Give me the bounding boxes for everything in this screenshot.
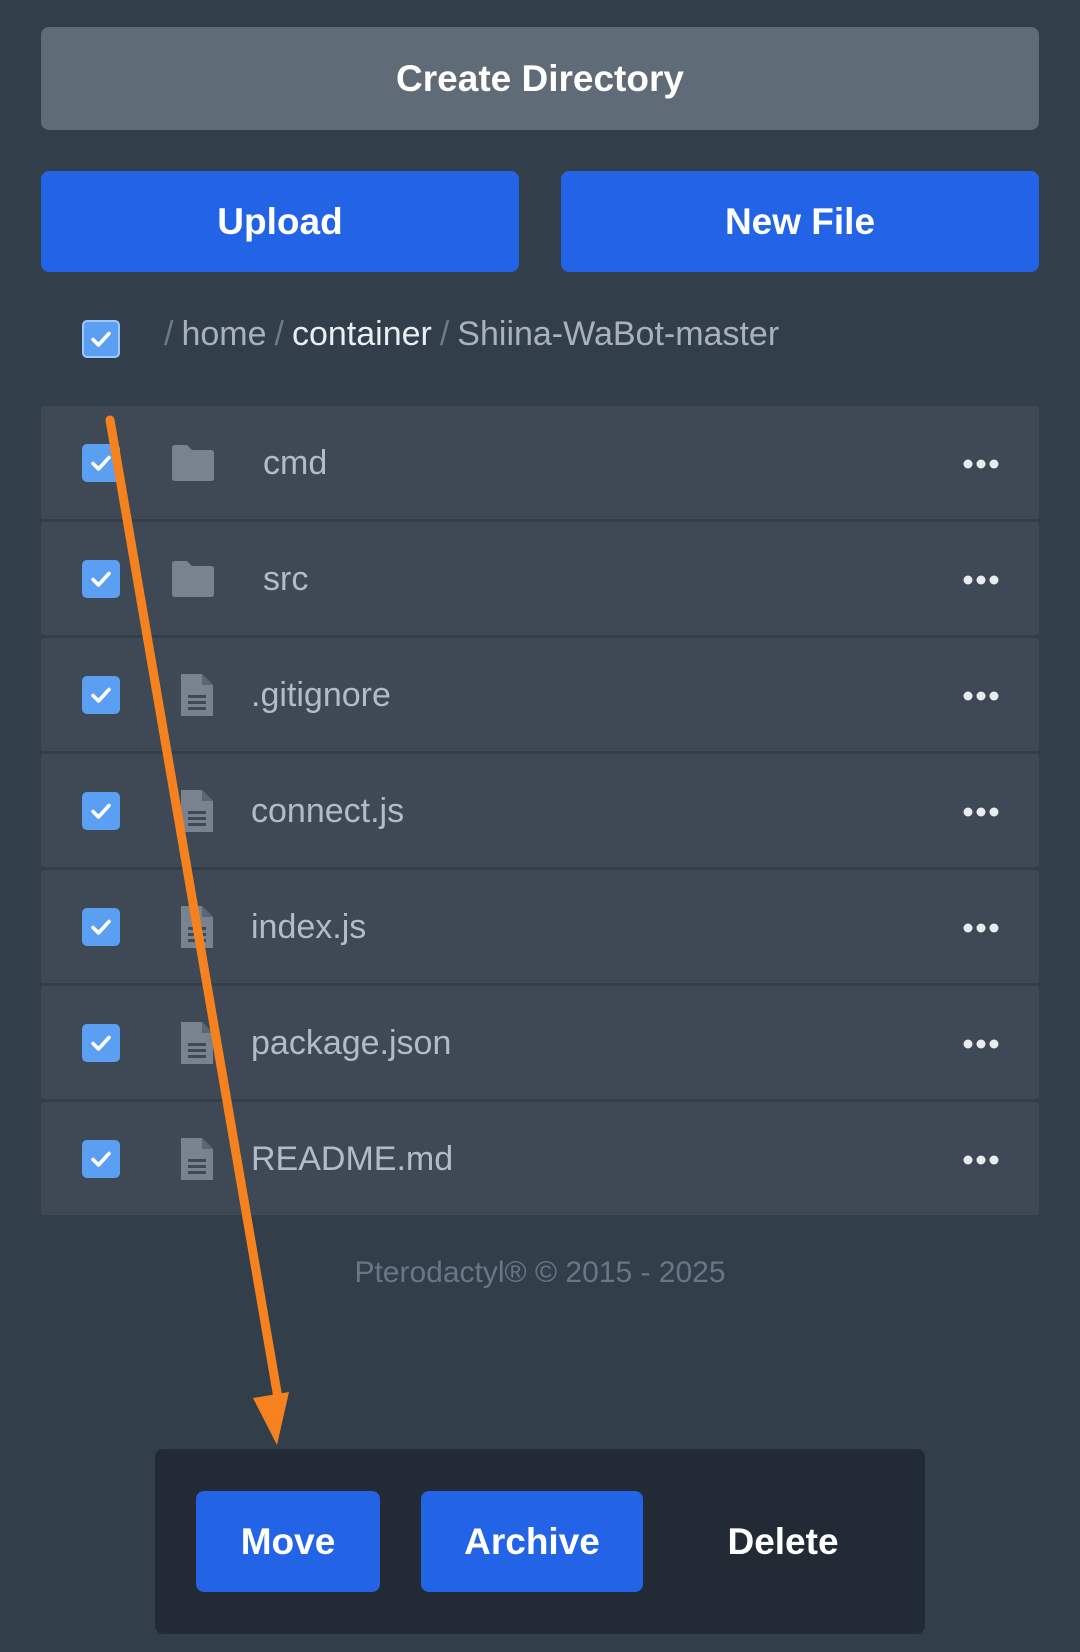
breadcrumb-item-home[interactable]: home: [181, 315, 266, 353]
file-name[interactable]: connect.js: [251, 792, 404, 831]
check-icon: [91, 331, 111, 347]
file-list: cmd src .gitignore connect.js index.js p…: [41, 406, 1039, 1218]
check-icon: [91, 687, 111, 703]
row-menu-button[interactable]: [961, 1140, 1001, 1180]
more-horizontal-icon: [963, 923, 999, 933]
row-menu-button[interactable]: [961, 560, 1001, 600]
file-icon: [173, 671, 221, 719]
check-icon: [91, 1151, 111, 1167]
move-button[interactable]: Move: [196, 1491, 380, 1592]
file-row-index-js[interactable]: index.js: [41, 870, 1039, 983]
row-menu-button[interactable]: [961, 676, 1001, 716]
row-checkbox[interactable]: [82, 792, 120, 830]
file-name[interactable]: cmd: [263, 444, 327, 483]
check-icon: [91, 803, 111, 819]
select-all-checkbox[interactable]: [82, 320, 120, 358]
footer-copyright: Pterodactyl® © 2015 - 2025: [354, 1256, 726, 1289]
breadcrumb-item-container[interactable]: container: [292, 315, 432, 353]
more-horizontal-icon: [963, 1155, 999, 1165]
breadcrumb-separator: /: [274, 315, 284, 353]
file-name[interactable]: package.json: [251, 1024, 451, 1063]
breadcrumb-separator: /: [439, 315, 450, 353]
file-name[interactable]: src: [263, 560, 308, 599]
row-checkbox[interactable]: [82, 444, 120, 482]
delete-button[interactable]: Delete: [683, 1491, 883, 1592]
check-icon: [91, 919, 111, 935]
row-checkbox[interactable]: [82, 1024, 120, 1062]
breadcrumb: / home / container / Shiina-WaBot-master: [164, 315, 779, 354]
check-icon: [91, 455, 111, 471]
file-row-package-json[interactable]: package.json: [41, 986, 1039, 1099]
breadcrumb-item-current: Shiina-WaBot-master: [457, 315, 780, 353]
upload-button[interactable]: Upload: [41, 171, 519, 272]
mass-action-bar: Move Archive Delete: [155, 1449, 925, 1634]
file-icon: [173, 1135, 221, 1183]
breadcrumb-separator: /: [164, 315, 174, 353]
file-row-connect-js[interactable]: connect.js: [41, 754, 1039, 867]
more-horizontal-icon: [963, 691, 999, 701]
row-menu-button[interactable]: [961, 792, 1001, 832]
file-icon: [173, 1019, 221, 1067]
folder-icon: [169, 439, 217, 487]
more-horizontal-icon: [963, 575, 999, 585]
row-menu-button[interactable]: [961, 444, 1001, 484]
file-name[interactable]: index.js: [251, 908, 366, 947]
file-row-cmd[interactable]: cmd: [41, 406, 1039, 519]
file-icon: [173, 787, 221, 835]
file-icon: [173, 903, 221, 951]
more-horizontal-icon: [963, 1039, 999, 1049]
file-row-gitignore[interactable]: .gitignore: [41, 638, 1039, 751]
row-checkbox[interactable]: [82, 676, 120, 714]
new-file-button[interactable]: New File: [561, 171, 1039, 272]
row-menu-button[interactable]: [961, 1024, 1001, 1064]
create-directory-button[interactable]: Create Directory: [41, 27, 1039, 130]
file-row-src[interactable]: src: [41, 522, 1039, 635]
check-icon: [91, 1035, 111, 1051]
file-row-readme-md[interactable]: README.md: [41, 1102, 1039, 1215]
check-icon: [91, 571, 111, 587]
more-horizontal-icon: [963, 459, 999, 469]
folder-icon: [169, 555, 217, 603]
file-name[interactable]: .gitignore: [251, 676, 391, 715]
row-checkbox[interactable]: [82, 560, 120, 598]
more-horizontal-icon: [963, 807, 999, 817]
row-checkbox[interactable]: [82, 1140, 120, 1178]
archive-button[interactable]: Archive: [421, 1491, 643, 1592]
row-checkbox[interactable]: [82, 908, 120, 946]
row-menu-button[interactable]: [961, 908, 1001, 948]
file-name[interactable]: README.md: [251, 1140, 453, 1179]
